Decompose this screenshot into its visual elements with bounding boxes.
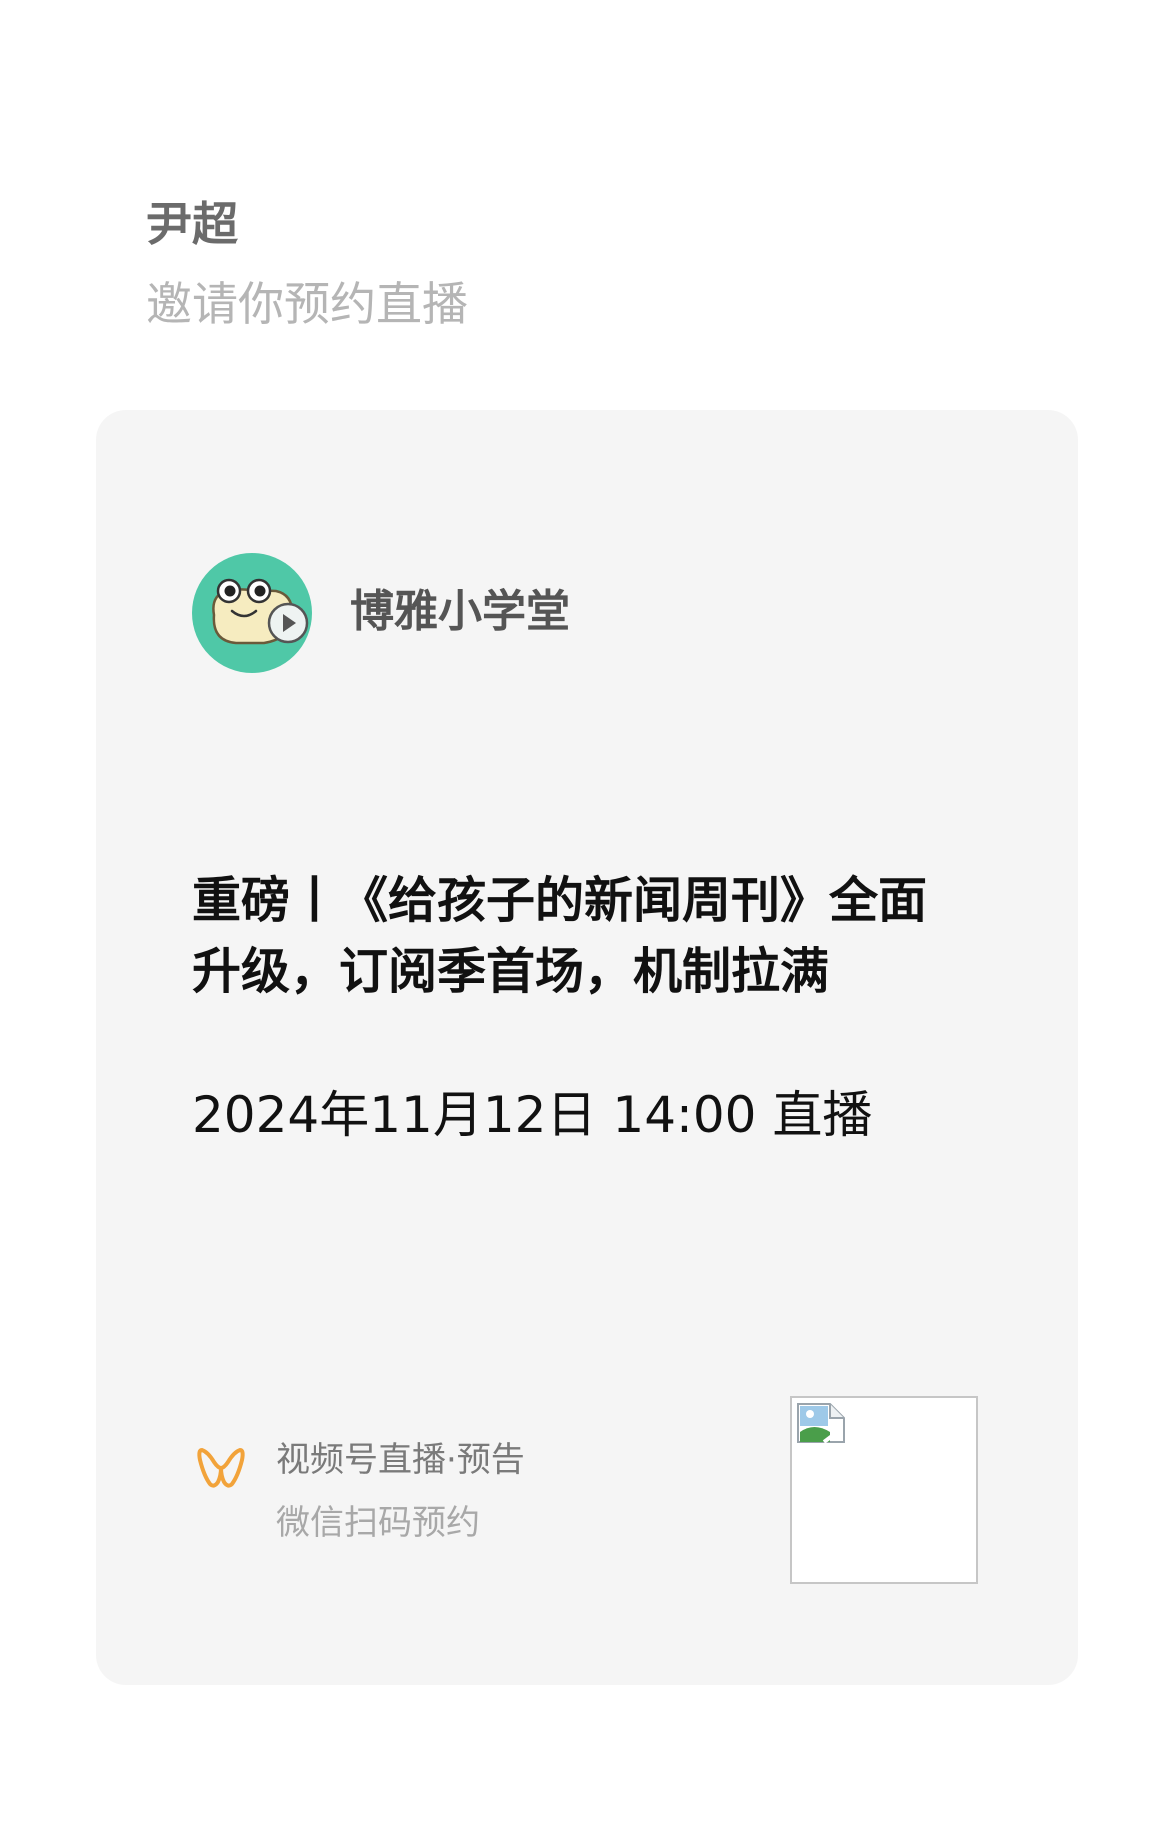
wechat-channels-icon [197,1448,245,1488]
channels-live-preview-label: 视频号直播·预告 [276,1440,525,1480]
channel-name[interactable]: 博雅小学堂 [350,582,570,642]
invite-message: 邀请你预约直播 [146,277,468,331]
live-title: 重磅丨《给孩子的新闻周刊》全面升级，订阅季首场，机制拉满 [192,872,928,1000]
live-time: 2024年11月12日 14:00 直播 [192,1086,873,1144]
channel-avatar[interactable] [192,553,312,673]
inviter-name: 尹超 [146,197,238,251]
live-reservation-card[interactable]: 博雅小学堂 重磅丨《给孩子的新闻周刊》全面升级，订阅季首场，机制拉满 2024年… [96,410,1078,1685]
scan-to-reserve-text: 微信扫码预约 [276,1503,480,1543]
qr-code-placeholder[interactable] [790,1396,978,1584]
broken-image-icon [797,1403,845,1444]
